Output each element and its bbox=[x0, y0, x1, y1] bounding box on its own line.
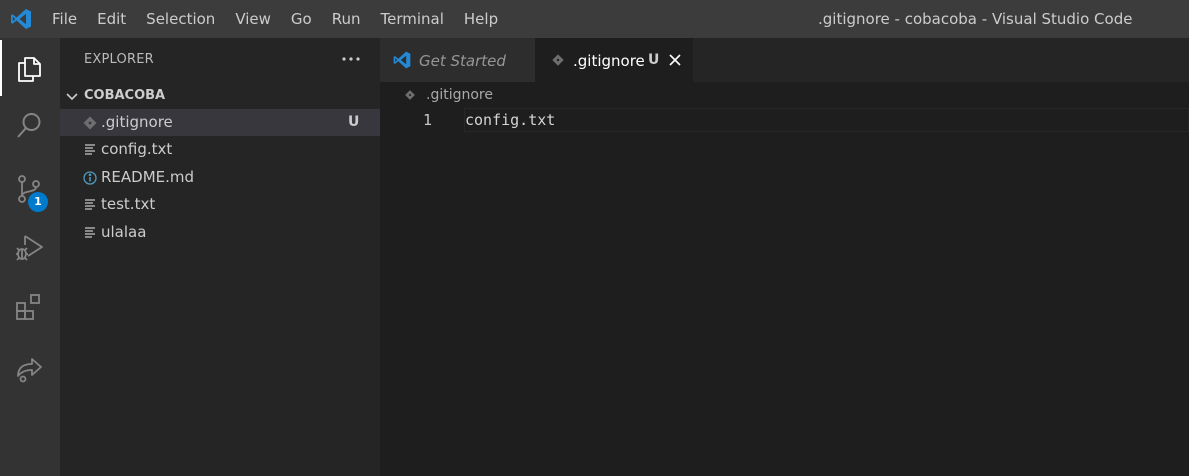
file-name: .gitignore bbox=[101, 113, 173, 131]
activity-bar: 1 bbox=[0, 38, 60, 476]
git-icon bbox=[552, 54, 564, 66]
menu-go[interactable]: Go bbox=[281, 0, 322, 38]
activity-run-debug[interactable] bbox=[0, 218, 60, 274]
search-icon bbox=[17, 113, 41, 138]
folder-name: COBACOBA bbox=[84, 88, 166, 103]
menu-file[interactable]: File bbox=[42, 0, 87, 38]
explorer-sidebar: EXPLORER COBACOBA .gitignore U config.tx… bbox=[60, 38, 380, 476]
menu-view[interactable]: View bbox=[225, 0, 281, 38]
tab-get-started[interactable]: Get Started bbox=[380, 38, 535, 82]
close-icon[interactable] bbox=[667, 52, 683, 68]
file-item-gitignore[interactable]: .gitignore U bbox=[60, 109, 380, 136]
tab-bar: Get Started .gitignore U bbox=[380, 38, 1189, 82]
file-item-readme[interactable]: README.md bbox=[60, 164, 380, 191]
file-name: config.txt bbox=[101, 140, 173, 158]
git-icon bbox=[405, 90, 415, 100]
chevron-down-icon bbox=[66, 93, 78, 101]
git-icon bbox=[83, 116, 97, 130]
vscode-logo-icon bbox=[393, 51, 411, 69]
current-line-highlight bbox=[464, 108, 1189, 132]
tab-label: .gitignore bbox=[573, 52, 645, 70]
vscode-logo-icon[interactable] bbox=[9, 7, 33, 31]
file-name: ulalaa bbox=[101, 223, 147, 241]
text-file-icon bbox=[85, 199, 95, 210]
sidebar-title: EXPLORER bbox=[84, 52, 154, 67]
code-line[interactable]: 1 config.txt bbox=[380, 108, 1189, 132]
explorer-icon bbox=[18, 57, 41, 82]
menu-selection[interactable]: Selection bbox=[136, 0, 225, 38]
text-file-icon bbox=[85, 144, 95, 155]
activity-live-share[interactable] bbox=[0, 340, 60, 396]
text-file-icon bbox=[85, 227, 95, 238]
info-icon bbox=[83, 171, 97, 185]
window-title: .gitignore - cobacoba - Visual Studio Co… bbox=[818, 10, 1133, 28]
code-text[interactable]: config.txt bbox=[465, 111, 555, 129]
folder-header[interactable]: COBACOBA bbox=[60, 84, 380, 108]
untracked-status: U bbox=[348, 114, 360, 130]
activity-explorer[interactable] bbox=[0, 40, 60, 96]
menu-run[interactable]: Run bbox=[322, 0, 371, 38]
line-number: 1 bbox=[422, 111, 432, 129]
menu-terminal[interactable]: Terminal bbox=[371, 0, 454, 38]
activity-source-control[interactable]: 1 bbox=[0, 160, 60, 216]
menu-help[interactable]: Help bbox=[454, 0, 508, 38]
source-control-badge: 1 bbox=[28, 192, 48, 212]
sidebar-header: EXPLORER bbox=[60, 38, 380, 82]
more-actions-icon[interactable] bbox=[340, 48, 362, 70]
menu-bar: File Edit Selection View Go Run Terminal… bbox=[42, 0, 508, 38]
file-name: test.txt bbox=[101, 195, 156, 213]
activity-search[interactable] bbox=[0, 96, 60, 152]
tab-untracked-status: U bbox=[648, 52, 660, 68]
breadcrumb-item[interactable]: .gitignore bbox=[426, 87, 493, 103]
extensions-icon bbox=[16, 294, 40, 320]
file-item-config[interactable]: config.txt bbox=[60, 136, 380, 163]
tab-label: Get Started bbox=[419, 52, 506, 70]
live-share-icon bbox=[17, 358, 42, 383]
file-item-ulalaa[interactable]: ulalaa bbox=[60, 219, 380, 246]
title-bar: File Edit Selection View Go Run Terminal… bbox=[0, 0, 1189, 38]
file-name: README.md bbox=[101, 168, 195, 186]
file-item-test[interactable]: test.txt bbox=[60, 191, 380, 218]
menu-edit[interactable]: Edit bbox=[87, 0, 136, 38]
tab-gitignore[interactable]: .gitignore U bbox=[535, 38, 693, 82]
breadcrumb: .gitignore bbox=[380, 82, 1189, 108]
run-debug-icon bbox=[16, 235, 43, 261]
activity-extensions[interactable] bbox=[0, 278, 60, 334]
editor-area: Get Started .gitignore U .gitignore 1 co… bbox=[380, 38, 1189, 476]
